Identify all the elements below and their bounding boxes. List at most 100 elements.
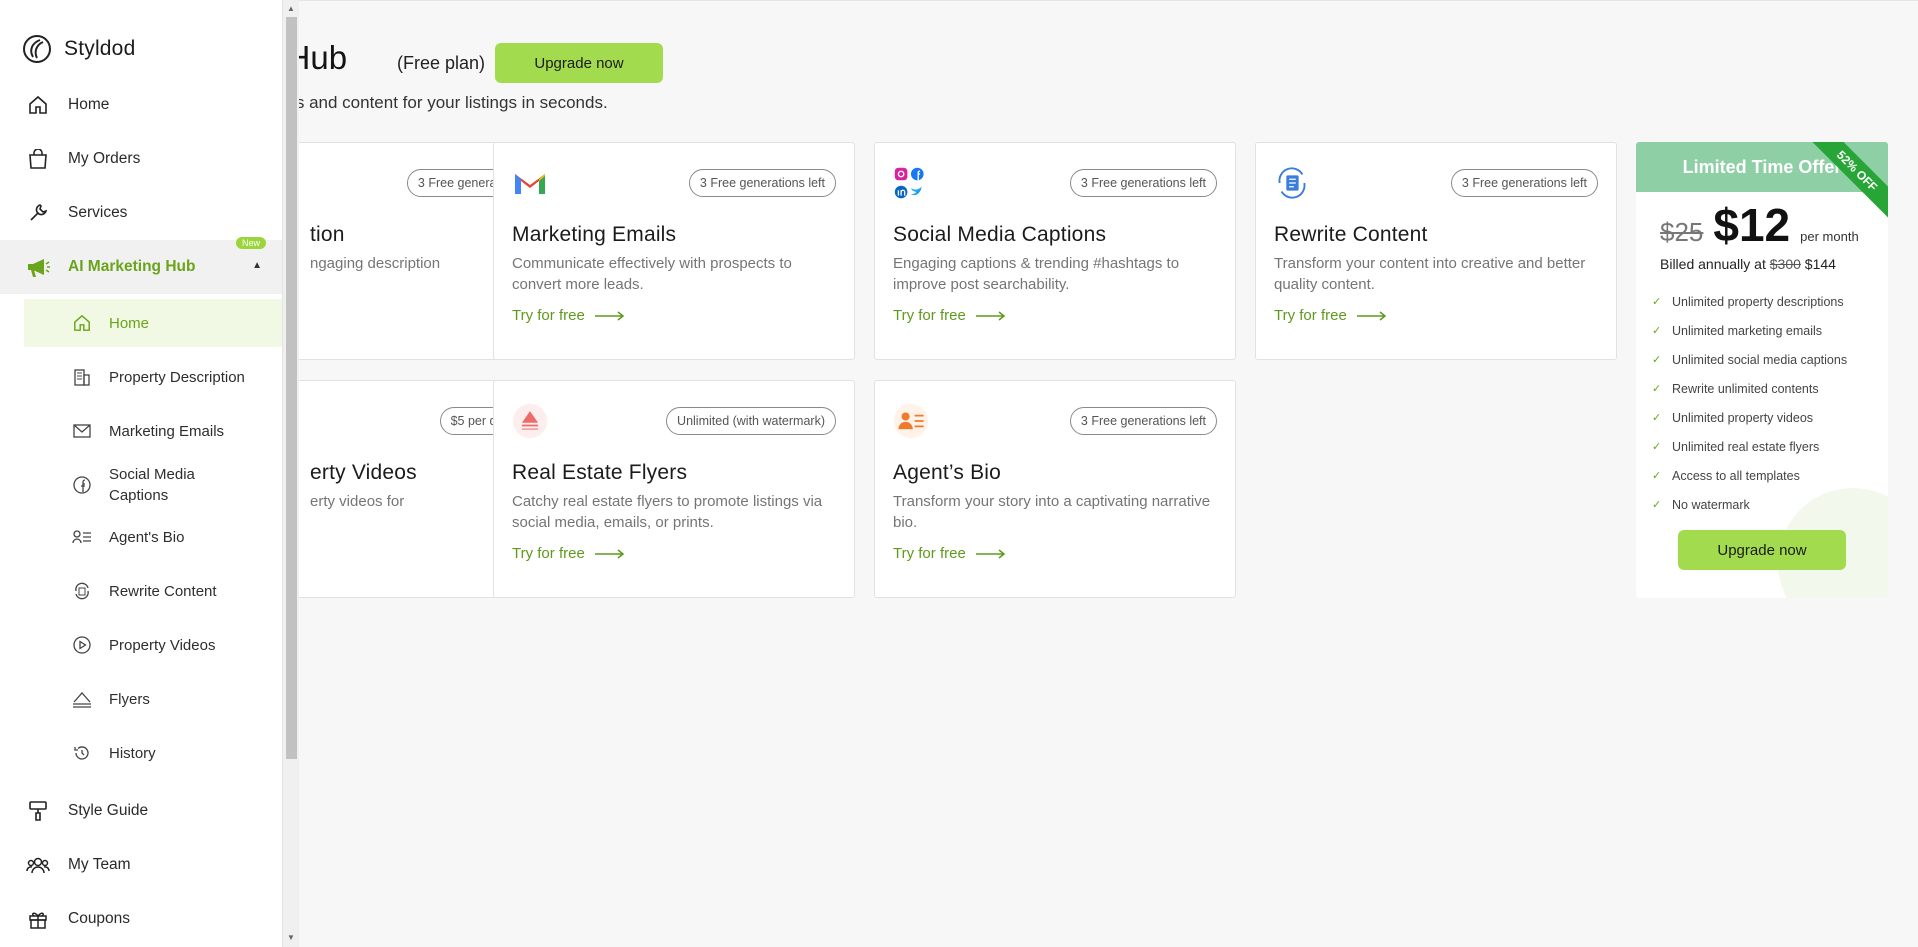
sidebar-item-label: My Team xyxy=(68,856,131,873)
card-title: Real Estate Flyers xyxy=(512,461,688,484)
check-icon: ✓ xyxy=(1652,412,1662,424)
card-description: Engaging captions & trending #hashtags t… xyxy=(893,255,1180,293)
sidebar-item-my-orders[interactable]: My Orders xyxy=(0,132,282,186)
try-for-free-link[interactable]: Try for free xyxy=(1274,307,1387,324)
sidebar-scrollbar[interactable]: ▲ ▼ xyxy=(282,0,299,947)
card-title: erty Videos xyxy=(310,461,417,484)
brand[interactable]: Styldod xyxy=(22,34,135,64)
chevron-up-icon[interactable]: ▲ xyxy=(252,260,262,271)
sidebar-subitem-property-videos[interactable]: Property Videos xyxy=(24,621,282,669)
sidebar-subitem-history[interactable]: History xyxy=(24,729,282,777)
generations-pill: 3 Free generations left xyxy=(1069,407,1217,435)
sidebar-subitem-social-media-captions[interactable]: Social Media Captions xyxy=(24,461,282,509)
feature-item: ✓ Unlimited property videos xyxy=(1652,403,1847,432)
card-title: Agent’s Bio xyxy=(893,461,1002,484)
card-title: Marketing Emails xyxy=(512,223,677,246)
card-description: Transform your content into creative and… xyxy=(1274,255,1586,293)
sidebar-subitem-rewrite-content[interactable]: Rewrite Content xyxy=(24,567,282,615)
page-subtitle: terials and content for your listings in… xyxy=(299,93,608,112)
sidebar-subitem-label: Home xyxy=(109,314,150,332)
feature-item: ✓ No watermark xyxy=(1652,490,1847,519)
billed-prefix: Billed annually at xyxy=(1660,256,1766,272)
feature-label: No watermark xyxy=(1672,497,1750,512)
card-real-estate-flyers[interactable]: Unlimited (with watermark) Real Estate F… xyxy=(493,380,855,598)
sidebar-item-services[interactable]: Services xyxy=(0,186,282,240)
rewrite-content-icon xyxy=(1274,165,1310,201)
brand-name: Styldod xyxy=(64,37,136,60)
check-icon: ✓ xyxy=(1652,296,1662,308)
feature-item: ✓ Rewrite unlimited contents xyxy=(1652,374,1847,403)
agent-bio-icon xyxy=(893,403,929,439)
card-description: Catchy real estate flyers to promote lis… xyxy=(512,493,823,531)
sidebar-item-label: My Orders xyxy=(68,150,141,167)
check-icon: ✓ xyxy=(1652,441,1662,453)
sidebar-subitem-home[interactable]: Home xyxy=(24,299,282,347)
old-price: $25 xyxy=(1660,217,1704,247)
upgrade-now-button[interactable]: Upgrade now xyxy=(495,43,663,83)
scroll-up-arrow-icon[interactable]: ▲ xyxy=(287,4,295,13)
scroll-down-arrow-icon[interactable]: ▼ xyxy=(287,933,295,942)
sidebar-item-label: AI Marketing Hub xyxy=(68,258,196,275)
home-icon xyxy=(26,93,50,117)
try-for-free-link[interactable]: Try for free xyxy=(893,307,1006,324)
generations-pill: 3 Free generations left xyxy=(1450,169,1598,197)
sidebar-subitem-label: Marketing Emails xyxy=(109,422,225,440)
sidebar-subitem-marketing-emails[interactable]: Marketing Emails xyxy=(24,407,282,455)
person-list-icon xyxy=(72,527,92,547)
sidebar-item-label: Style Guide xyxy=(68,802,149,819)
sidebar-item-style-guide[interactable]: Style Guide xyxy=(0,784,282,838)
feature-label: Rewrite unlimited contents xyxy=(1672,381,1819,396)
try-label: Try for free xyxy=(512,307,585,324)
sidebar-item-my-team[interactable]: My Team xyxy=(0,838,282,892)
new-price: $12 xyxy=(1713,199,1791,251)
card-social-media-captions[interactable]: 3 Free generations left Social Media Cap… xyxy=(874,142,1236,360)
try-for-free-link[interactable]: Try for free xyxy=(512,545,625,562)
arrow-right-icon xyxy=(975,310,1005,321)
card-rewrite-content[interactable]: 3 Free generations left Rewrite Content … xyxy=(1255,142,1617,360)
sidebar-subitem-label: Social Media Captions xyxy=(109,466,195,504)
sidebar: Styldod Home My Orders Services AI Marke… xyxy=(0,0,282,947)
try-label: Try for free xyxy=(893,307,966,324)
sidebar-item-label: Services xyxy=(68,204,128,221)
feature-label: Unlimited property descriptions xyxy=(1672,294,1844,309)
rewrite-icon xyxy=(72,581,92,601)
sidebar-subitem-label: Agent's Bio xyxy=(109,528,185,546)
card-title: Rewrite Content xyxy=(1274,223,1428,246)
wrench-icon xyxy=(26,201,50,225)
feature-list: ✓ Unlimited property descriptions ✓ Unlimi… xyxy=(1652,287,1847,519)
sidebar-subitem-flyers[interactable]: Flyers xyxy=(24,675,282,723)
card-marketing-emails[interactable]: 3 Free generations left Marketing Emails… xyxy=(493,142,855,360)
page-title: g Hub xyxy=(299,39,348,76)
try-label: Try for free xyxy=(512,545,585,562)
offer-upgrade-now-button[interactable]: Upgrade now xyxy=(1678,530,1846,570)
arrow-right-icon xyxy=(1356,310,1386,321)
try-for-free-link[interactable]: Try for free xyxy=(893,545,1006,562)
limited-offer-panel: Limited Time Offer 52% OFF $25 $12 per m… xyxy=(1636,142,1888,598)
sidebar-subitem-label: Property Videos xyxy=(109,636,216,654)
feature-item: ✓ Unlimited marketing emails xyxy=(1652,316,1847,345)
play-circle-icon xyxy=(72,635,92,655)
card-title: Social Media Captions xyxy=(893,223,1107,246)
price-row: $25 $12 per month xyxy=(1660,198,1859,252)
card-description: Transform your story into a captivating … xyxy=(893,493,1211,531)
card-agents-bio[interactable]: 3 Free generations left Agent’s Bio Tran… xyxy=(874,380,1236,598)
billed-old-price: $300 xyxy=(1769,256,1801,272)
try-for-free-link[interactable]: Try for free xyxy=(512,307,625,324)
billed-annually: Billed annually at $300 $144 xyxy=(1660,256,1836,272)
sidebar-item-home[interactable]: Home xyxy=(0,78,282,132)
scrollbar-thumb[interactable] xyxy=(286,17,297,759)
sidebar-subitem-agents-bio[interactable]: Agent's Bio xyxy=(24,513,282,561)
feature-label: Unlimited social media captions xyxy=(1672,352,1848,367)
feature-item: ✓ Unlimited real estate flyers xyxy=(1652,432,1847,461)
check-icon: ✓ xyxy=(1652,383,1662,395)
mail-icon xyxy=(72,421,92,441)
unlimited-pill: Unlimited (with watermark) xyxy=(666,407,836,435)
sidebar-item-coupons[interactable]: Coupons xyxy=(0,892,282,946)
check-icon: ✓ xyxy=(1652,325,1662,337)
feature-label: Unlimited real estate flyers xyxy=(1672,439,1820,454)
generations-pill: 3 Free generations left xyxy=(1069,169,1217,197)
card-description: Communicate effectively with prospects t… xyxy=(512,255,792,293)
sidebar-subitem-property-description[interactable]: Property Description xyxy=(24,353,282,401)
sidebar-item-label: Coupons xyxy=(68,910,131,927)
home-icon xyxy=(72,313,92,333)
